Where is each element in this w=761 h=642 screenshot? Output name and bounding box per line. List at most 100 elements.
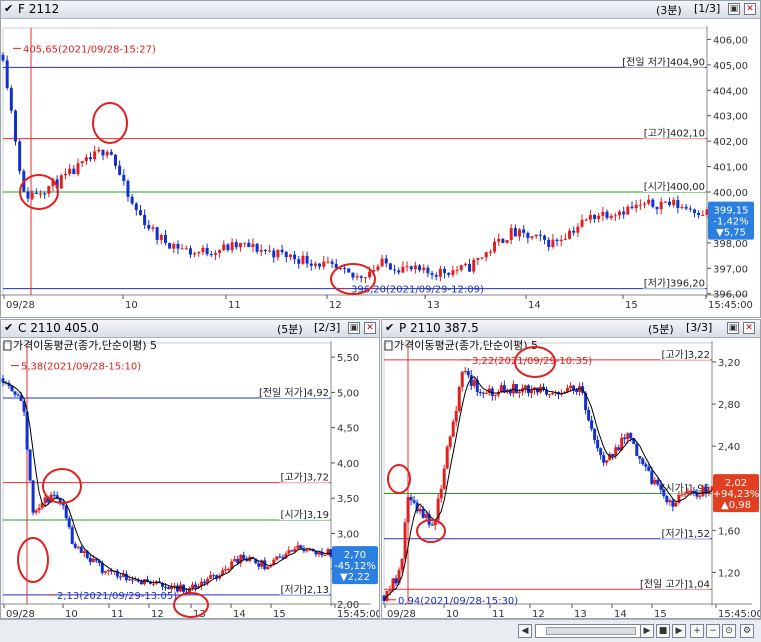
candle-body bbox=[588, 215, 592, 220]
candle-body bbox=[172, 244, 176, 249]
highlight-circle bbox=[92, 102, 128, 144]
candle-body bbox=[668, 500, 672, 503]
candle-body bbox=[106, 570, 110, 572]
annotation-label: 396,20(2021/09/29-12:09) bbox=[351, 285, 484, 296]
scroll-left-icon[interactable]: ◀ bbox=[518, 624, 532, 638]
candle-body bbox=[476, 257, 480, 260]
candle-body bbox=[451, 421, 455, 437]
candle-body bbox=[305, 255, 309, 264]
candle-body bbox=[655, 206, 659, 210]
candle-body bbox=[526, 232, 530, 239]
scroll-right-icon[interactable]: ▶ bbox=[640, 624, 654, 638]
candle-body bbox=[212, 575, 216, 577]
candle-body bbox=[672, 199, 676, 205]
candle-body bbox=[76, 546, 80, 548]
candle-body bbox=[30, 192, 34, 199]
candle-body bbox=[538, 234, 542, 236]
x-tick-label: 10 bbox=[65, 609, 78, 619]
candle-body bbox=[347, 268, 351, 273]
candle-body bbox=[629, 433, 633, 439]
candle-body bbox=[13, 391, 17, 395]
x-tick-label: 14 bbox=[233, 609, 246, 619]
put-chart-svg: 3,202,802,402,001,601,2009/2810111213141… bbox=[382, 339, 760, 619]
candle-body bbox=[704, 487, 708, 494]
y-tick-label: 3,00 bbox=[337, 529, 359, 540]
candle-body bbox=[16, 394, 20, 396]
candle-body bbox=[468, 263, 472, 272]
candle-body bbox=[684, 206, 688, 209]
candle-body bbox=[522, 229, 526, 233]
candle-body bbox=[126, 181, 130, 197]
candle-body bbox=[243, 242, 247, 244]
candle-body bbox=[59, 175, 63, 189]
candle-body bbox=[218, 250, 222, 254]
reference-label: [전일 고가]1,04 bbox=[640, 578, 710, 590]
candle-body bbox=[409, 496, 413, 501]
y-tick-label: 400,00 bbox=[713, 188, 748, 199]
scrollbar-thumb[interactable] bbox=[546, 627, 636, 635]
x-tick-label: 15 bbox=[654, 609, 667, 619]
candle-body bbox=[575, 390, 579, 393]
candle-body bbox=[689, 491, 693, 493]
candle-body bbox=[88, 157, 92, 160]
reference-label: [전일 저가]404,90 bbox=[622, 56, 705, 68]
candle-body bbox=[380, 258, 384, 267]
candle-body bbox=[242, 554, 246, 559]
candle-body bbox=[70, 527, 74, 544]
play-icon[interactable]: ▶ bbox=[672, 624, 686, 638]
candle-body bbox=[18, 141, 22, 172]
candle-body bbox=[676, 199, 680, 208]
futures-chart-panel: ✔ F 2112 (3분) [1/3] ▣ ✕ 406,00 405,00 404,… bbox=[0, 0, 761, 318]
candle-body bbox=[630, 206, 634, 209]
stop-icon[interactable]: ■ bbox=[656, 624, 670, 638]
candle-body bbox=[635, 443, 639, 457]
y-tick-label: 4,00 bbox=[337, 459, 359, 470]
badge-price: 2,70 bbox=[344, 550, 366, 561]
candle-body bbox=[230, 242, 234, 251]
plot-area bbox=[383, 342, 713, 605]
candle-body bbox=[641, 458, 645, 465]
candle-body bbox=[268, 250, 272, 252]
candle-body bbox=[663, 201, 667, 203]
candle-body bbox=[28, 449, 32, 481]
x-tick-label: 12 bbox=[329, 300, 342, 311]
candle-body bbox=[318, 263, 322, 267]
candle-body bbox=[643, 203, 647, 205]
candle-body bbox=[205, 247, 209, 255]
zoom-reset-icon[interactable]: ⊙ bbox=[722, 624, 736, 638]
candle-body bbox=[493, 241, 497, 252]
candle-body bbox=[209, 254, 213, 256]
candle-body bbox=[434, 274, 438, 277]
highlight-circle bbox=[42, 468, 82, 504]
candle-body bbox=[118, 165, 122, 175]
futures-chart-svg: 406,00 405,00 404,00 403,00 402,00 401,00 400,… bbox=[1, 26, 754, 311]
candle-body bbox=[159, 234, 163, 240]
settings-icon[interactable]: ⚙ bbox=[740, 624, 754, 638]
candle-body bbox=[201, 247, 205, 253]
candle-body bbox=[101, 149, 105, 156]
zoom-out-icon[interactable]: − bbox=[706, 624, 720, 638]
candle-body bbox=[611, 453, 615, 457]
y-tick-label: 403,00 bbox=[713, 112, 748, 123]
candle-body bbox=[343, 267, 347, 269]
x-tick-label: 12 bbox=[151, 609, 164, 619]
candle-body bbox=[142, 579, 146, 585]
candle-body bbox=[445, 446, 449, 469]
candle-body bbox=[613, 215, 617, 217]
reference-label: [저가]2,13 bbox=[281, 584, 329, 596]
candle-body bbox=[518, 229, 522, 237]
candle-body bbox=[697, 212, 701, 216]
scrollbar[interactable] bbox=[535, 624, 647, 638]
candle-body bbox=[653, 479, 657, 484]
candle-body bbox=[34, 192, 38, 195]
candle-body bbox=[247, 242, 251, 248]
y-tick-label: 1,60 bbox=[718, 526, 740, 537]
candle-body bbox=[130, 196, 134, 204]
candle-body bbox=[122, 174, 126, 182]
candle-body bbox=[443, 268, 447, 273]
x-tick-label: 09/28 bbox=[6, 300, 35, 311]
candle-body bbox=[72, 168, 76, 175]
zoom-in-icon[interactable]: + bbox=[690, 624, 704, 638]
candle-body bbox=[393, 269, 397, 271]
y-tick-label: 2,80 bbox=[718, 400, 740, 411]
